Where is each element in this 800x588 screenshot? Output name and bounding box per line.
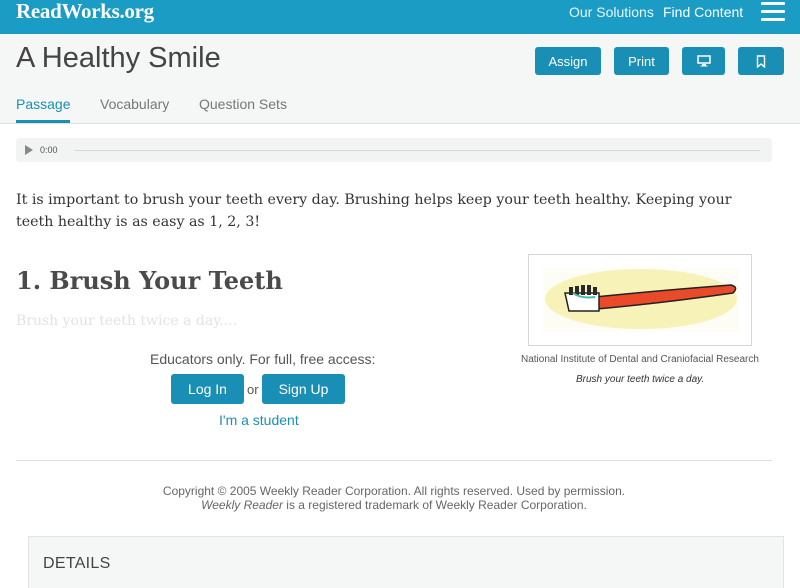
top-navigation-bar: ReadWorks.org Our Solutions Find Content [0, 0, 800, 34]
bookmark-button[interactable] [738, 47, 784, 75]
toothbrush-figure [528, 254, 752, 346]
print-button[interactable]: Print [614, 47, 669, 75]
passage-intro: It is important to brush your teeth ever… [16, 192, 732, 230]
bookmark-icon [756, 54, 766, 68]
image-caption: Brush your teeth twice a day. [576, 374, 705, 385]
copyright-line-2: Weekly Reader is a registered trademark … [0, 498, 788, 512]
copyright-line-1: Copyright © 2005 Weekly Reader Corporati… [162, 484, 626, 498]
nav-our-solutions[interactable]: Our Solutions [569, 4, 654, 20]
copyright-notice: Copyright © 2005 Weekly Reader Corporati… [0, 484, 788, 512]
divider [16, 460, 772, 461]
nav-find-content[interactable]: Find Content [663, 4, 743, 20]
audio-time: 0:00 [40, 145, 58, 155]
details-panel: DETAILS [28, 536, 784, 588]
section-heading: 1. Brush Your Teeth [16, 266, 283, 295]
or-label: or [247, 382, 259, 397]
toothbrush-image [543, 269, 739, 331]
image-credit: National Institute of Dental and Craniof… [521, 354, 759, 365]
sign-up-button[interactable]: Sign Up [262, 374, 345, 404]
student-link[interactable]: I'm a student [219, 412, 299, 428]
passage-header: A Healthy Smile Assign Print Passage Voc… [0, 34, 800, 124]
readworks-logo[interactable]: ReadWorks.org [16, 0, 154, 24]
present-button[interactable] [682, 47, 725, 75]
audio-progress-track[interactable] [74, 150, 760, 151]
audio-player: 0:00 [16, 138, 772, 162]
log-in-button[interactable]: Log In [171, 374, 244, 404]
tab-question-sets[interactable]: Question Sets [199, 96, 287, 120]
monitor-icon [696, 55, 711, 67]
faded-preview-text: Brush your teeth twice a day.... [16, 313, 238, 329]
tab-passage[interactable]: Passage [16, 96, 71, 123]
details-title: DETAILS [43, 555, 111, 572]
trademark-name: Weekly Reader [201, 498, 283, 512]
access-prompt: Educators only. For full, free access: [150, 351, 376, 367]
trademark-text: is a registered trademark of Weekly Read… [282, 498, 587, 512]
hamburger-menu-icon[interactable] [761, 2, 785, 22]
tab-vocabulary[interactable]: Vocabulary [100, 96, 169, 120]
page-title: A Healthy Smile [16, 42, 221, 74]
play-icon[interactable] [25, 145, 33, 155]
assign-button[interactable]: Assign [535, 47, 601, 75]
